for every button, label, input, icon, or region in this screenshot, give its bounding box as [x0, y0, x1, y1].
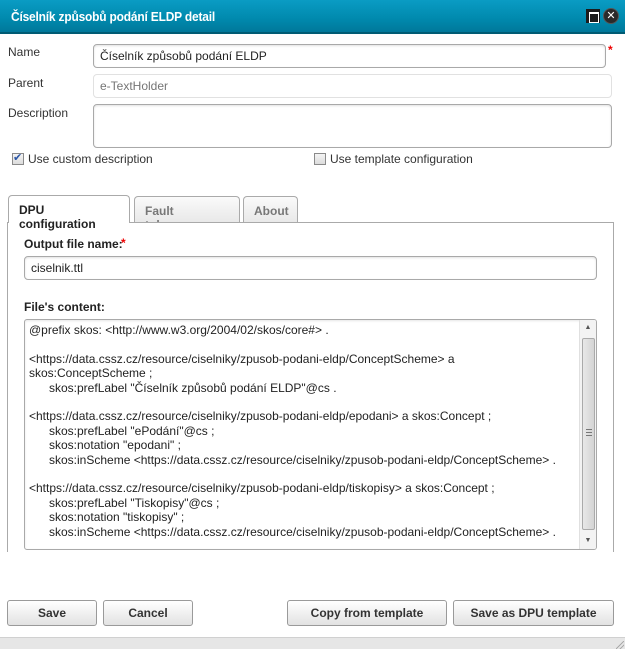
- cancel-button[interactable]: Cancel: [103, 600, 193, 626]
- window-titlebar[interactable]: Číselník způsobů podání ELDP detail ✕: [0, 0, 625, 34]
- use-custom-description-checkbox[interactable]: Use custom description: [12, 151, 153, 166]
- tab-label: About: [254, 204, 289, 218]
- files-content-textarea[interactable]: @prefix skos: <http://www.w3.org/2004/02…: [24, 319, 597, 550]
- output-file-name-label: Output file name:: [24, 237, 123, 251]
- scroll-up-arrow-icon[interactable]: ▲: [580, 320, 596, 336]
- required-marker: *: [608, 43, 613, 57]
- description-textarea[interactable]: [93, 104, 612, 148]
- save-button[interactable]: Save: [7, 600, 97, 626]
- use-custom-description-label: Use custom description: [28, 152, 153, 166]
- required-marker: *: [121, 236, 126, 250]
- maximize-icon[interactable]: [586, 9, 600, 23]
- tab-fault-tolerance[interactable]: Fault tolerance: [134, 196, 240, 232]
- output-file-name-input[interactable]: [24, 256, 597, 280]
- files-content-text[interactable]: @prefix skos: <http://www.w3.org/2004/02…: [29, 323, 579, 539]
- tab-dpu-configuration[interactable]: DPU configuration: [8, 195, 130, 231]
- tab-label: DPU configuration: [19, 203, 96, 231]
- files-content-label: File's content:: [24, 300, 105, 314]
- vertical-scrollbar[interactable]: ▲ ▼: [579, 320, 596, 549]
- parent-input: [93, 74, 612, 98]
- checkbox-checked-icon[interactable]: [12, 151, 24, 165]
- resize-grip-icon[interactable]: [616, 641, 624, 649]
- scroll-down-arrow-icon[interactable]: ▼: [580, 533, 596, 549]
- copy-from-template-button[interactable]: Copy from template: [287, 600, 447, 626]
- scroll-thumb[interactable]: [582, 338, 595, 530]
- parent-label: Parent: [8, 76, 44, 90]
- name-input[interactable]: [93, 44, 606, 68]
- name-label: Name: [8, 45, 41, 59]
- tab-about[interactable]: About: [243, 196, 298, 223]
- close-icon[interactable]: ✕: [603, 8, 619, 24]
- window-title: Číselník způsobů podání ELDP detail: [11, 9, 215, 24]
- description-label: Description: [8, 106, 69, 120]
- grip-icon: [586, 429, 592, 436]
- use-template-configuration-checkbox[interactable]: Use template configuration: [314, 152, 473, 166]
- window-footer: [0, 637, 625, 649]
- checkbox-unchecked-icon[interactable]: [314, 153, 326, 165]
- use-template-configuration-label: Use template configuration: [330, 152, 473, 166]
- save-as-dpu-template-button[interactable]: Save as DPU template: [453, 600, 614, 626]
